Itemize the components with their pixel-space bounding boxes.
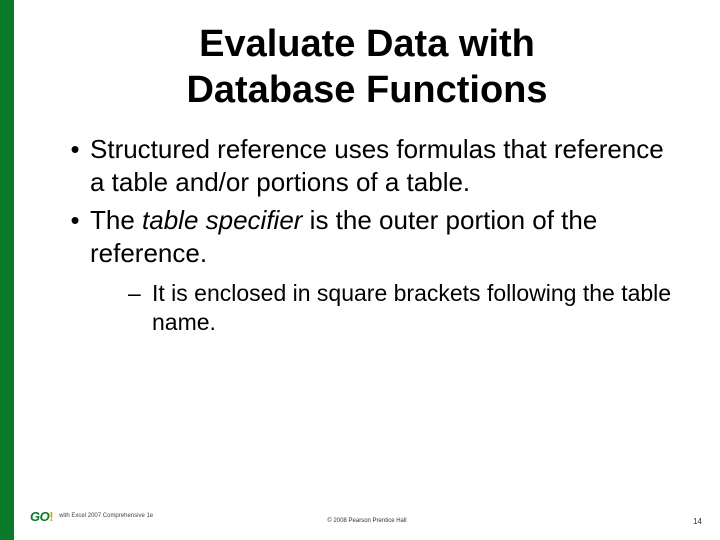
bullet-dot-icon bbox=[60, 133, 90, 198]
bullet-item-1: Structured reference uses formulas that … bbox=[60, 133, 672, 198]
bullet-1-text: Structured reference uses formulas that … bbox=[90, 133, 672, 198]
copyright-text: © 2008 Pearson Prentice Hall bbox=[327, 518, 406, 524]
slide-body: Evaluate Data with Database Functions St… bbox=[14, 0, 720, 540]
bullet-2-pre: The bbox=[90, 205, 142, 235]
bullet-list: Structured reference uses formulas that … bbox=[60, 133, 672, 337]
slide-footer: GO! with Excel 2007 Comprehensive 1e © 2… bbox=[14, 490, 720, 540]
brand-subtitle: with Excel 2007 Comprehensive 1e bbox=[59, 513, 153, 519]
sub-bullet-1-text: It is enclosed in square brackets follow… bbox=[152, 279, 672, 337]
slide-title: Evaluate Data with Database Functions bbox=[84, 22, 650, 113]
brand-area: GO! with Excel 2007 Comprehensive 1e bbox=[30, 506, 153, 526]
bullet-2-text: The table specifier is the outer portion… bbox=[90, 204, 672, 269]
bullet-2-emphasis: table specifier bbox=[142, 205, 302, 235]
dash-icon bbox=[128, 279, 152, 337]
go-logo-text: GO bbox=[30, 509, 49, 524]
title-line-1: Evaluate Data with bbox=[199, 23, 535, 65]
page-number: 14 bbox=[693, 517, 702, 526]
go-logo: GO! bbox=[30, 509, 53, 524]
left-accent-bar bbox=[0, 0, 14, 540]
title-line-2: Database Functions bbox=[186, 69, 547, 111]
go-logo-excl: ! bbox=[49, 509, 53, 524]
sub-bullet-1: It is enclosed in square brackets follow… bbox=[128, 279, 672, 337]
bullet-item-2: The table specifier is the outer portion… bbox=[60, 204, 672, 269]
bullet-dot-icon bbox=[60, 204, 90, 269]
